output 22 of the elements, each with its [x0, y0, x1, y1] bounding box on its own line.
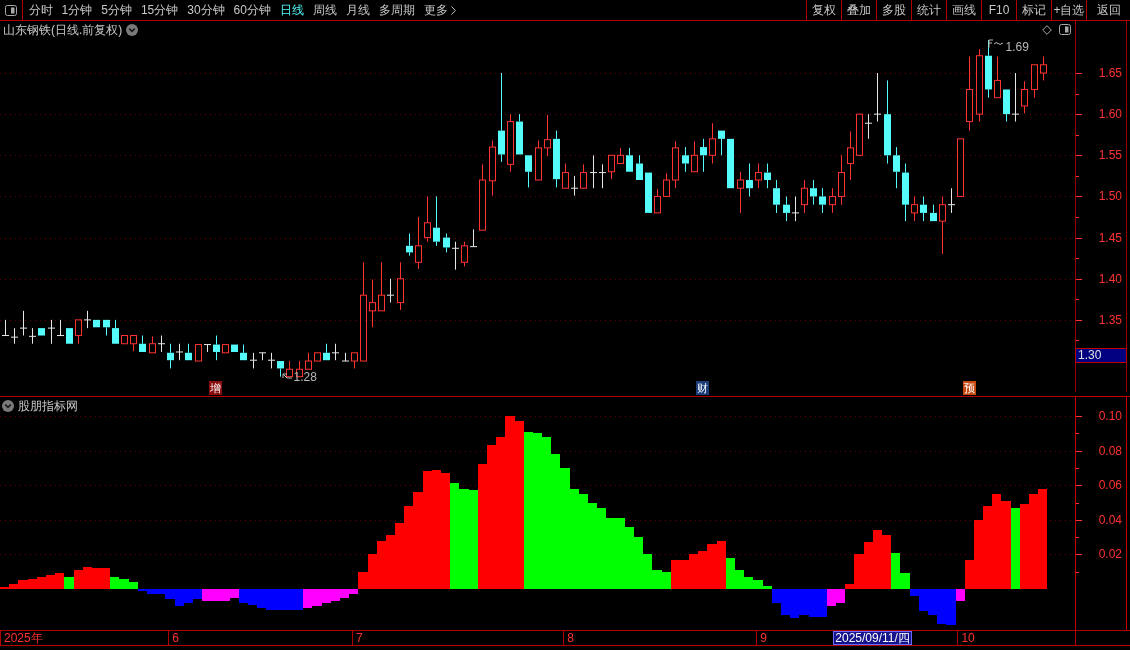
axis-label: 1.55: [1098, 148, 1122, 163]
date-axis-label: 7: [355, 631, 363, 645]
chart-title: 山东钢铁(日线.前复权): [3, 23, 123, 37]
date-axis-label: 8: [567, 631, 574, 645]
date-axis-label: 6: [172, 631, 179, 645]
date-axis-label: 2025年: [4, 631, 43, 645]
axis-label: 1.40: [1098, 271, 1122, 286]
axis-label: 0.02: [1098, 547, 1122, 562]
axis-label: 1.45: [1098, 230, 1122, 245]
cursor-date-label: 2025/09/11/四: [833, 631, 912, 645]
axis-label: 0.04: [1098, 512, 1122, 527]
axis-label: 1.65: [1098, 66, 1122, 80]
axis-label: 1.60: [1098, 107, 1122, 122]
indicator-title: 股朋指标网: [18, 399, 78, 413]
axis-label: 0.06: [1098, 478, 1122, 493]
axis-label: 1.35: [1098, 312, 1122, 327]
date-axis-label: 9: [760, 631, 767, 645]
axis-label: 0.08: [1098, 443, 1122, 458]
current-price-tag: 1.30: [1075, 348, 1127, 363]
axis-label: 0.10: [1098, 409, 1122, 423]
axis-label: 1.50: [1098, 189, 1122, 204]
date-axis-label: 10: [961, 631, 975, 645]
